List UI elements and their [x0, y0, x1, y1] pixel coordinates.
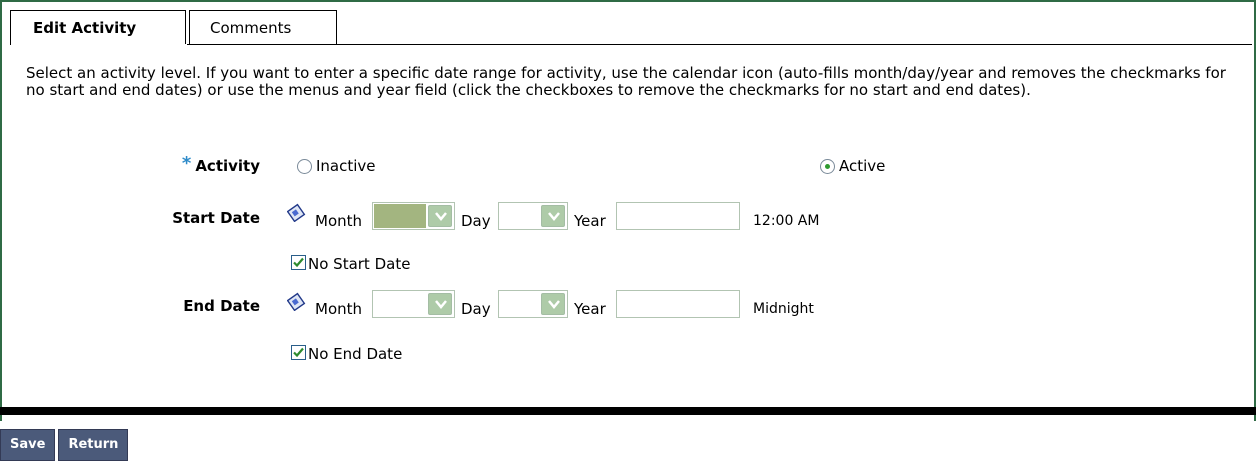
start-date-label: Start Date: [172, 209, 260, 227]
edit-activity-panel: Edit Activity Comments Select an activit…: [0, 0, 1256, 421]
chevron-down-icon: [428, 205, 452, 227]
start-year-label: Year: [574, 212, 606, 230]
activity-inactive-radio[interactable]: [297, 159, 312, 174]
activity-label: * Activity: [152, 153, 260, 176]
chevron-down-icon: [541, 205, 565, 227]
divider-bar: [0, 407, 1256, 415]
checkmark-icon: [293, 257, 304, 268]
end-calendar-icon[interactable]: [287, 291, 307, 311]
tab-edit-activity[interactable]: Edit Activity: [10, 10, 186, 45]
start-time-text: 12:00 AM: [753, 213, 820, 229]
button-bar: Save Return: [0, 429, 131, 461]
no-start-date-label: No Start Date: [308, 255, 411, 273]
start-calendar-icon[interactable]: [287, 202, 307, 222]
activity-label-text: Activity: [195, 157, 260, 175]
activity-active-radio[interactable]: [820, 159, 835, 174]
start-month-select[interactable]: [372, 202, 455, 230]
start-year-input[interactable]: [616, 202, 740, 230]
return-button[interactable]: Return: [58, 429, 129, 461]
end-day-select[interactable]: [498, 290, 568, 318]
end-month-label: Month: [315, 300, 363, 318]
start-day-select[interactable]: [498, 202, 568, 230]
tab-comments[interactable]: Comments: [189, 10, 337, 45]
activity-active-label: Active: [839, 157, 886, 175]
start-day-label: Day: [461, 212, 491, 230]
instructions-text: Select an activity level. If you want to…: [26, 64, 1226, 99]
end-time-text: Midnight: [753, 301, 814, 317]
end-year-label: Year: [574, 300, 606, 318]
no-end-date-checkbox[interactable]: [291, 345, 306, 360]
end-month-select[interactable]: [372, 290, 455, 318]
end-day-label: Day: [461, 300, 491, 318]
tab-underline: [12, 44, 1252, 45]
no-end-date-label: No End Date: [308, 345, 403, 363]
end-year-input[interactable]: [616, 290, 740, 318]
chevron-down-icon: [428, 293, 452, 315]
active-tab-gap: [11, 44, 187, 46]
tab-bar: Edit Activity Comments: [10, 10, 340, 46]
chevron-down-icon: [541, 293, 565, 315]
checkmark-icon: [293, 347, 304, 358]
no-start-date-checkbox[interactable]: [291, 255, 306, 270]
activity-inactive-label: Inactive: [316, 157, 376, 175]
required-marker: *: [181, 153, 192, 174]
start-month-label: Month: [315, 212, 363, 230]
save-button[interactable]: Save: [0, 429, 56, 461]
end-date-label: End Date: [183, 297, 260, 315]
